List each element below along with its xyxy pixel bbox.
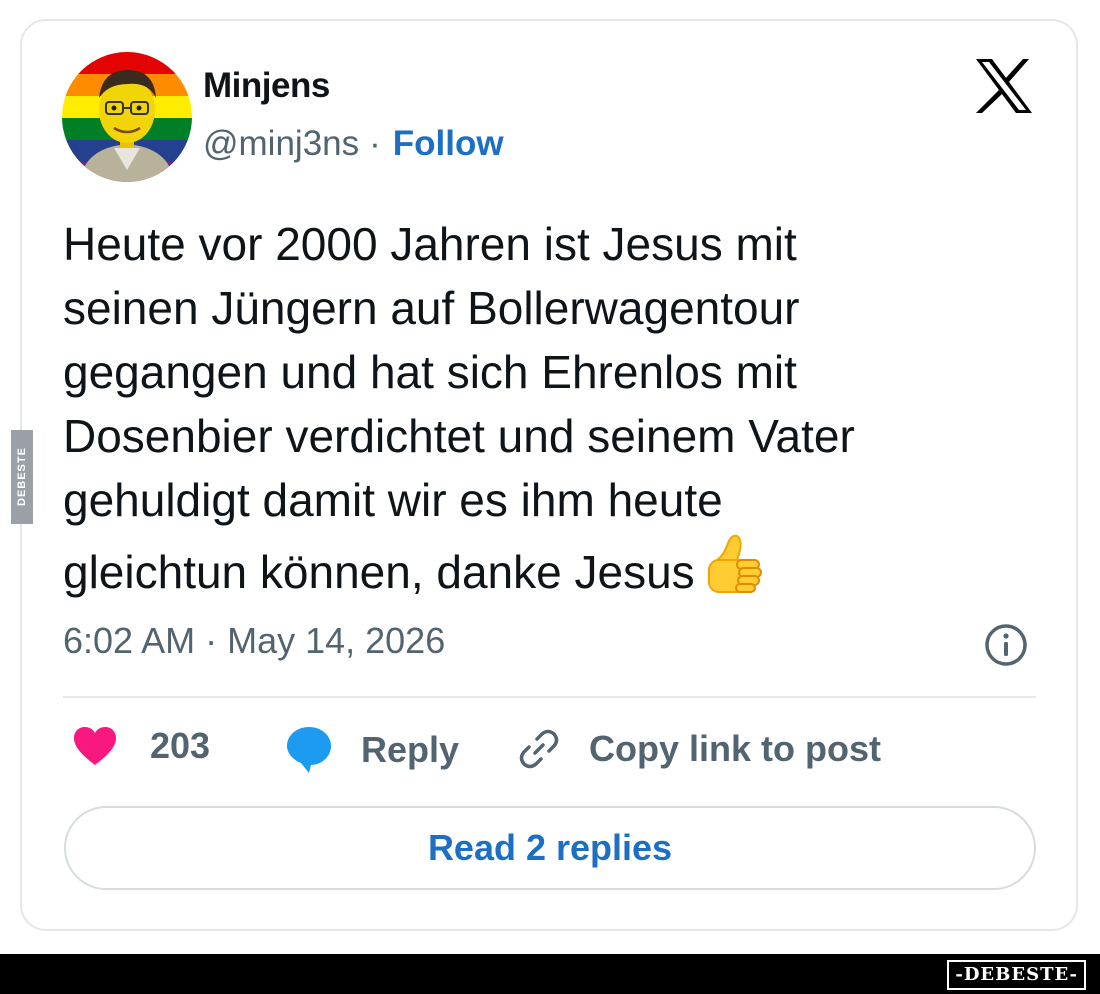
like-button[interactable]: 203 <box>72 725 210 767</box>
read-replies-label: Read 2 replies <box>427 827 673 868</box>
tweet-line: gehuldigt damit wir es ihm heute <box>63 474 723 526</box>
read-replies-button[interactable]: Read 2 replies <box>64 806 1036 890</box>
handle[interactable]: @minj3ns <box>203 124 359 164</box>
avatar[interactable] <box>62 52 192 182</box>
reply-label: Reply <box>361 729 460 770</box>
tweet-line: seinen Jüngern auf Bollerwagentour <box>63 282 800 334</box>
copy-link-label: Copy link to post <box>589 728 881 769</box>
copy-link-button[interactable]: Copy link to post <box>515 725 881 773</box>
divider <box>63 696 1036 698</box>
like-count: 203 <box>150 725 211 766</box>
thumbs-up-icon <box>707 534 762 593</box>
info-icon[interactable] <box>983 622 1029 668</box>
reply-button[interactable]: Reply <box>285 725 459 775</box>
handle-row: @minj3ns · Follow <box>203 124 504 164</box>
follow-button[interactable]: Follow <box>393 124 504 164</box>
reply-bubble-icon <box>287 727 331 773</box>
tweet-line: Heute vor 2000 Jahren ist Jesus mit <box>63 218 797 270</box>
footer-bar: -DEBESTE- <box>0 954 1100 994</box>
tweet-line: Dosenbier verdichtet und seinem Vater <box>63 410 855 462</box>
timestamp[interactable]: 6:02 AM · May 14, 2026 <box>63 620 445 662</box>
link-icon <box>519 729 559 769</box>
side-watermark: DEBESTE <box>11 430 33 524</box>
separator: · <box>369 124 381 163</box>
tweet-line-last: gleichtun können, danke Jesus <box>63 532 1023 604</box>
tweet-text: Heute vor 2000 Jahren ist Jesus mit sein… <box>63 212 1023 604</box>
footer-watermark-logo: -DEBESTE- <box>947 960 1086 990</box>
tweet-line: gegangen und hat sich Ehrenlos mit <box>63 346 797 398</box>
heart-icon <box>74 727 116 765</box>
x-logo-icon[interactable] <box>974 57 1034 115</box>
display-name[interactable]: Minjens <box>203 66 330 106</box>
tweet-line-text: gleichtun können, danke Jesus <box>63 546 695 598</box>
